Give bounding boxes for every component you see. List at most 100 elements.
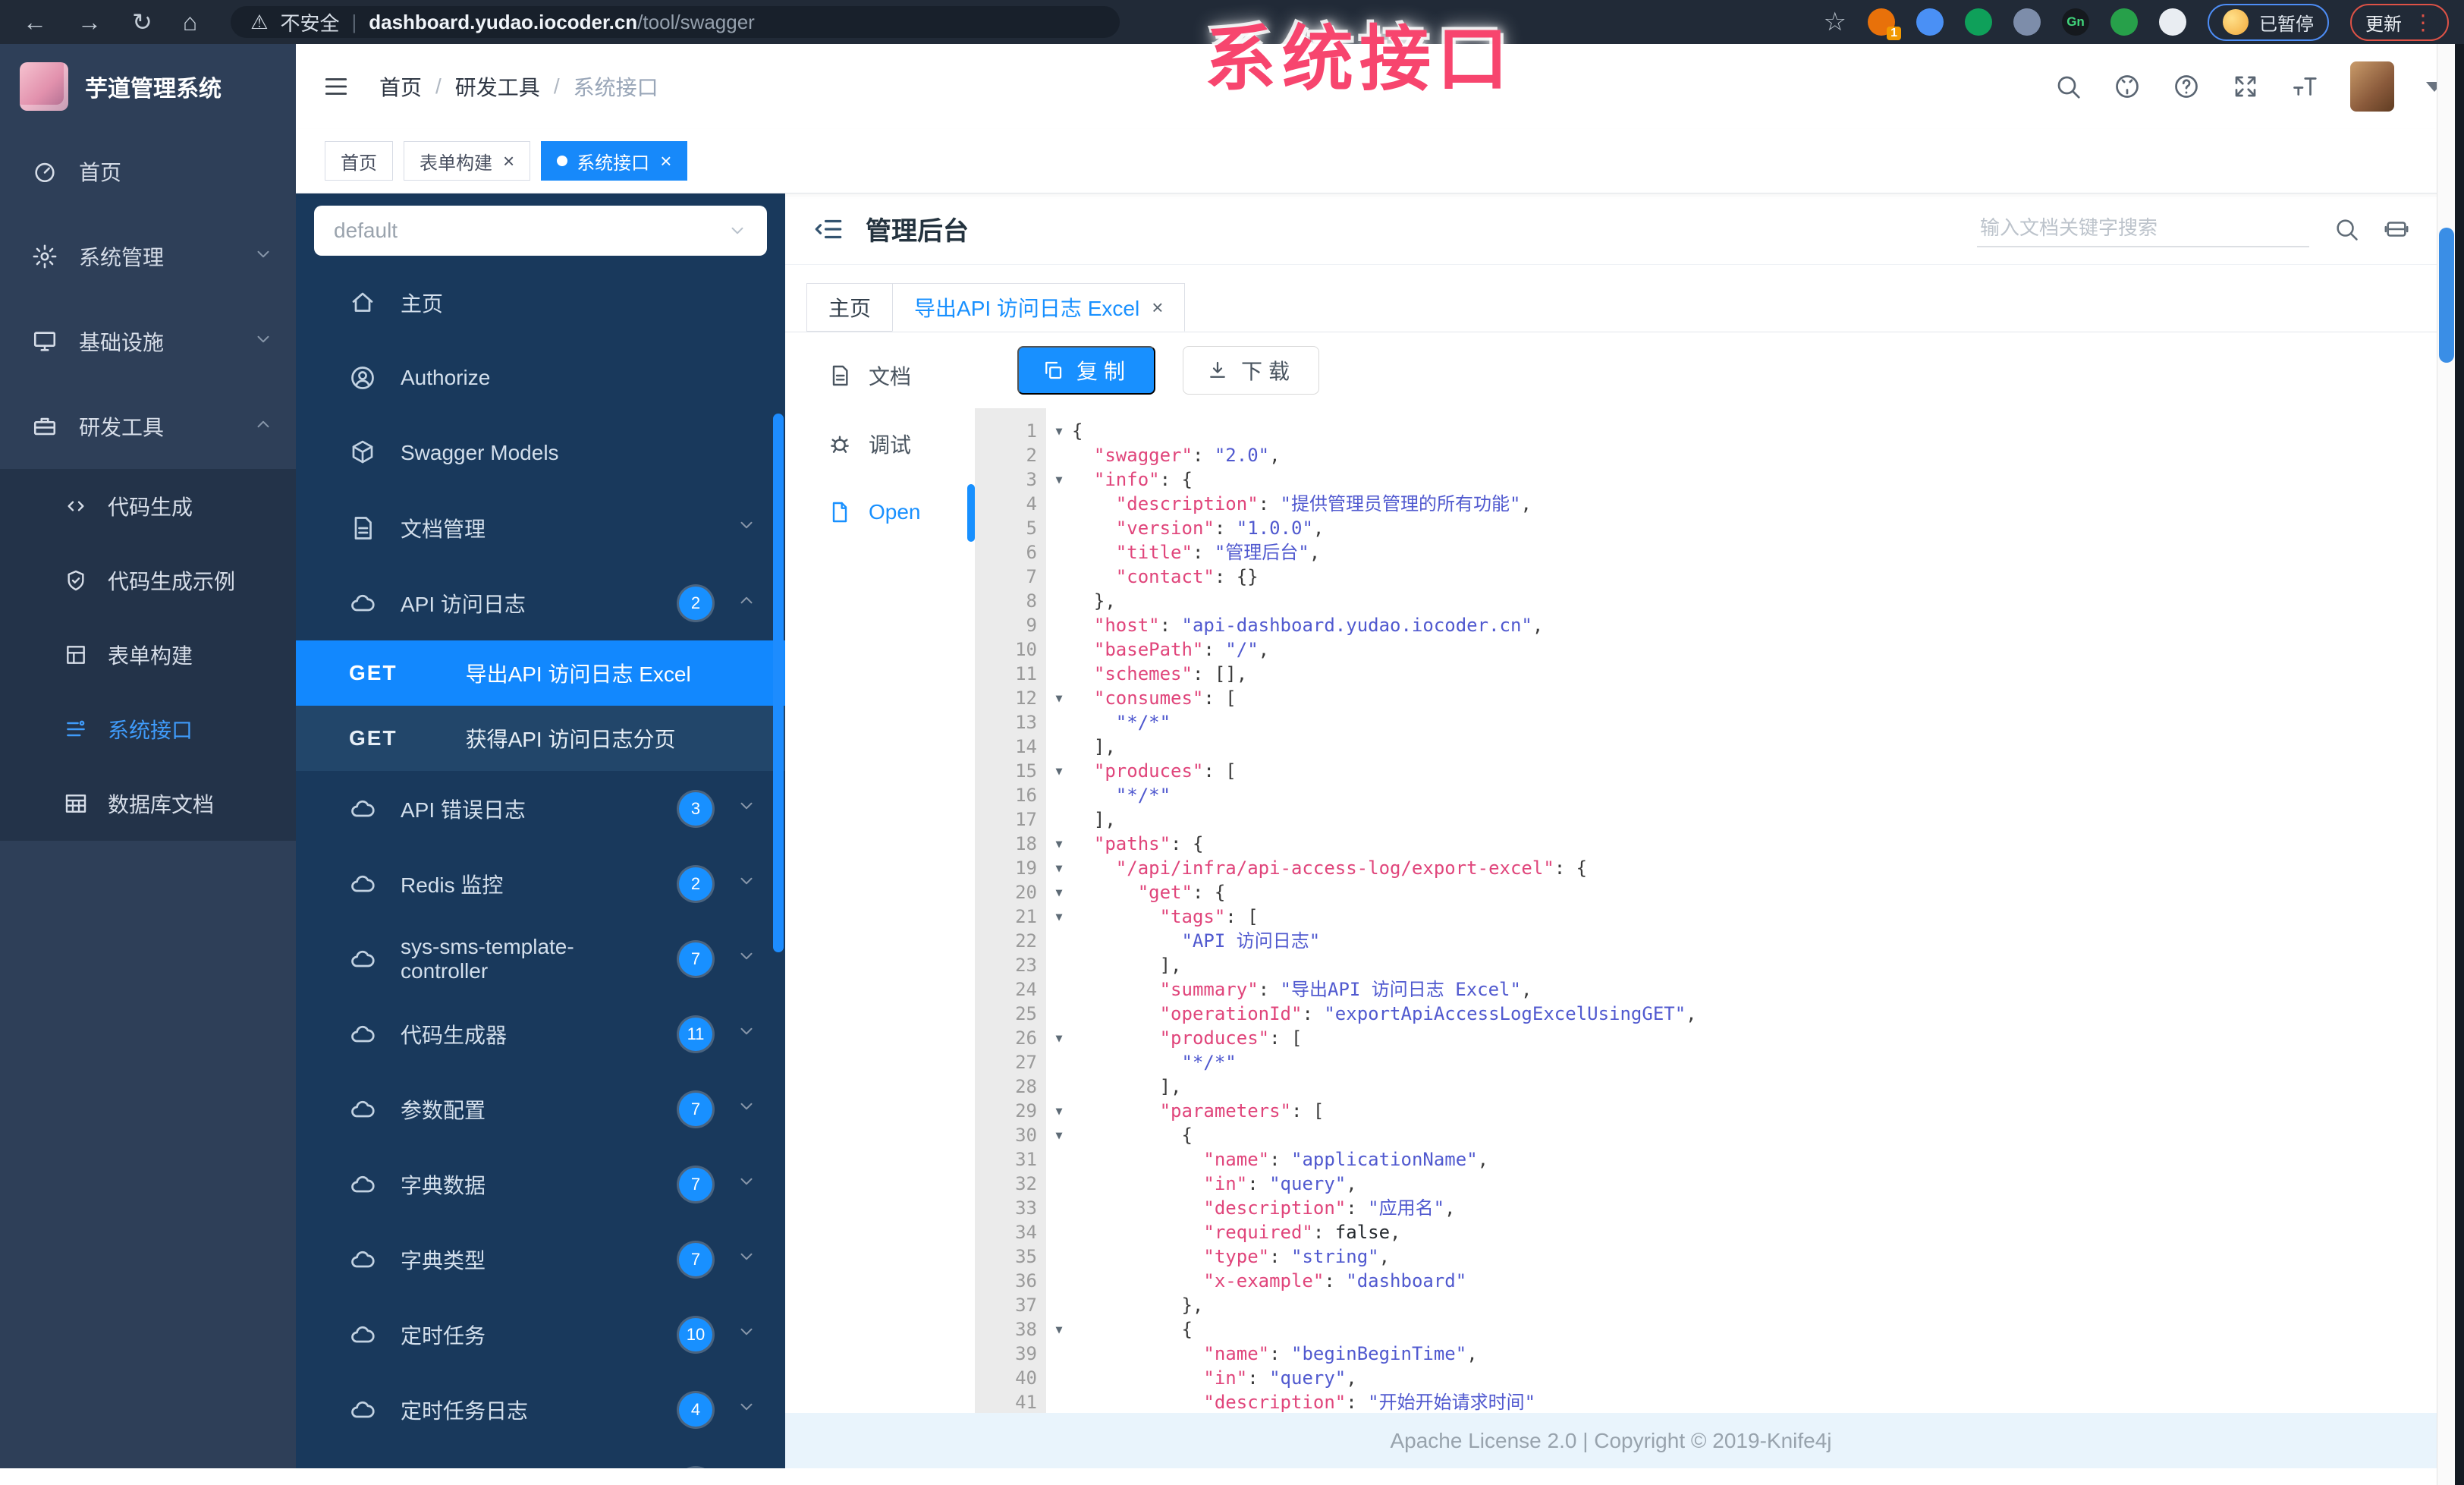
breadcrumb-item[interactable]: 首页 [379,71,422,102]
bookmark-star-icon[interactable]: ☆ [1824,7,1846,37]
fold-caret-icon[interactable]: ▼ [1046,1026,1072,1050]
browser-menu-icon[interactable]: ⋮ [2412,10,2434,35]
fold-caret-icon[interactable]: ▼ [1046,1123,1072,1147]
breadcrumb-item[interactable]: 研发工具 [455,71,540,102]
swagger-item-参数配置[interactable]: 参数配置 7 [296,1071,785,1147]
fold-caret-icon[interactable]: ▼ [1046,419,1072,443]
swagger-item-Authorize[interactable]: Authorize [296,340,785,415]
side-scrollbar-thumb[interactable] [967,484,975,542]
extension-light-icon[interactable] [2159,8,2186,36]
close-icon[interactable]: × [503,151,514,171]
doc-search-input[interactable] [1977,210,2309,247]
search-icon[interactable] [2054,73,2082,100]
close-icon[interactable]: × [1152,296,1163,319]
extension-orange-icon[interactable]: 1 [1868,8,1901,40]
sidebar-item-系统管理[interactable]: 系统管理 [0,214,296,299]
sidebar-item-代码生成[interactable]: 代码生成 [0,469,296,543]
extension-blue-drop-icon[interactable] [1916,8,1944,36]
line-number: 41 [1015,1392,1037,1413]
code-editor[interactable]: 1 ▼{2 "swagger": "2.0", 3 ▼ "info": {4 "descri… [975,408,2437,1413]
breadcrumb-separator: / [553,74,560,98]
fold-caret-icon[interactable]: ▼ [1046,905,1072,929]
doc-tab-导出API 访问日志 Excel[interactable]: 导出API 访问日志 Excel × [892,283,1186,332]
swagger-item-字典类型[interactable]: 字典类型 7 [296,1222,785,1297]
endpoint-label: 获得API 访问日志分页 [465,728,676,751]
doc-side-tab-文档[interactable]: 文档 [785,341,975,410]
extension-green-check-icon[interactable] [1965,8,1992,36]
doc-side-tab-Open[interactable]: Open [785,478,975,546]
tag-系统接口[interactable]: 系统接口 × [541,141,688,181]
sidebar-item-代码生成示例[interactable]: 代码生成示例 [0,543,296,618]
sidebar-item-首页[interactable]: 首页 [0,129,296,214]
address-bar[interactable]: ⚠ 不安全 | dashboard.yudao.iocoder.cn/tool/… [231,6,1120,38]
help-icon[interactable] [2173,73,2200,100]
sidebar-item-表单构建[interactable]: 表单构建 [0,618,296,692]
tag-首页[interactable]: 首页 [325,141,393,181]
fold-caret-icon[interactable]: ▼ [1046,1317,1072,1342]
back-icon[interactable]: ← [23,10,47,34]
home-icon[interactable]: ⌂ [183,10,197,34]
swagger-item-Swagger Models[interactable]: Swagger Models [296,415,785,490]
token: : { [1159,469,1193,490]
page-scrollbar-thumb[interactable] [2439,228,2454,363]
browser-update-button[interactable]: 更新 ⋮ [2350,3,2449,41]
github-icon[interactable] [2114,73,2141,100]
fold-caret-icon[interactable]: ▼ [1046,759,1072,783]
fold-caret-icon[interactable]: ▼ [1046,832,1072,856]
extension-green-icon[interactable] [2110,8,2138,36]
code-text: "name": "applicationName", [1072,1147,2437,1172]
copy-button[interactable]: 复制 [1017,346,1156,395]
swagger-item-Redis 监控[interactable]: Redis 监控 2 [296,846,785,921]
code-text: "name": "beginBeginTime", [1072,1342,2437,1366]
sidebar-scrollbar-thumb[interactable] [773,414,784,952]
token: ], [1159,955,1182,976]
sidebar-item-数据库文档[interactable]: 数据库文档 [0,766,296,841]
code-text: "*/*" [1072,1050,2437,1074]
profile-paused-badge[interactable]: 已暂停 [2208,3,2329,41]
fold-caret-icon[interactable]: ▼ [1046,467,1072,492]
endpoint-获得API 访问日志分页[interactable]: GET 获得API 访问日志分页 [296,706,785,771]
fold-caret-icon[interactable]: ▼ [1046,1099,1072,1123]
fold-caret-icon[interactable]: ▼ [1046,686,1072,710]
reload-icon[interactable]: ↻ [132,10,152,34]
extension-puzzle-icon[interactable] [2013,8,2041,36]
fullscreen-icon[interactable] [2232,73,2259,100]
breadcrumb-separator: / [435,74,442,98]
download-button[interactable]: 下载 [1183,346,1320,395]
page-scrollbar-track[interactable] [2437,44,2455,1485]
menu-collapse-icon[interactable] [812,213,844,245]
swagger-item-API 错误日志[interactable]: API 错误日志 3 [296,771,785,846]
fold-caret-icon[interactable]: ▼ [1046,856,1072,880]
sidebar-item-基础设施[interactable]: 基础设施 [0,299,296,384]
font-size-icon[interactable] [2291,73,2318,100]
swagger-item-字典数据[interactable]: 字典数据 7 [296,1147,785,1222]
swagger-item-定时任务日志[interactable]: 定时任务日志 4 [296,1372,785,1447]
code-line: 12 ▼ "consumes": [ [975,686,2437,710]
swagger-item-API 访问日志[interactable]: API 访问日志 2 [296,565,785,640]
close-icon[interactable]: × [660,151,671,171]
swagger-item-岗位[interactable]: 岗位7 [296,1447,785,1468]
breadcrumb-item[interactable]: 系统接口 [574,71,658,102]
sidebar-item-研发工具[interactable]: 研发工具 [0,384,296,469]
sidebar-item-系统接口[interactable]: 系统接口 [0,692,296,766]
doc-side-tab-调试[interactable]: 调试 [785,410,975,478]
tag-表单构建[interactable]: 表单构建 × [404,141,531,181]
app-logo-row[interactable]: 芋道管理系统 [0,44,296,129]
swagger-item-定时任务[interactable]: 定时任务 10 [296,1297,785,1372]
token: "query" [1269,1367,1347,1389]
code-line: 7 "contact": {} [975,565,2437,589]
toggle-layout-icon[interactable] [2384,216,2409,242]
search-icon[interactable] [2334,216,2359,242]
endpoint-导出API 访问日志 Excel[interactable]: GET 导出API 访问日志 Excel [296,640,785,706]
forward-icon[interactable]: → [77,10,102,34]
user-avatar[interactable] [2350,61,2394,112]
swagger-item-主页[interactable]: 主页 [296,265,785,340]
sidebar-collapse-icon[interactable] [322,72,350,101]
swagger-item-代码生成器[interactable]: 代码生成器 11 [296,996,785,1071]
doc-tab-主页[interactable]: 主页 [806,283,894,332]
swagger-item-sys-sms-template-controller[interactable]: sys-sms-template-controller 7 [296,921,785,996]
fold-caret-icon[interactable]: ▼ [1046,880,1072,905]
swagger-item-文档管理[interactable]: 文档管理 [296,490,785,565]
extension-gn-icon[interactable]: Gn [2062,8,2089,36]
swagger-group-select[interactable]: default [314,206,767,256]
